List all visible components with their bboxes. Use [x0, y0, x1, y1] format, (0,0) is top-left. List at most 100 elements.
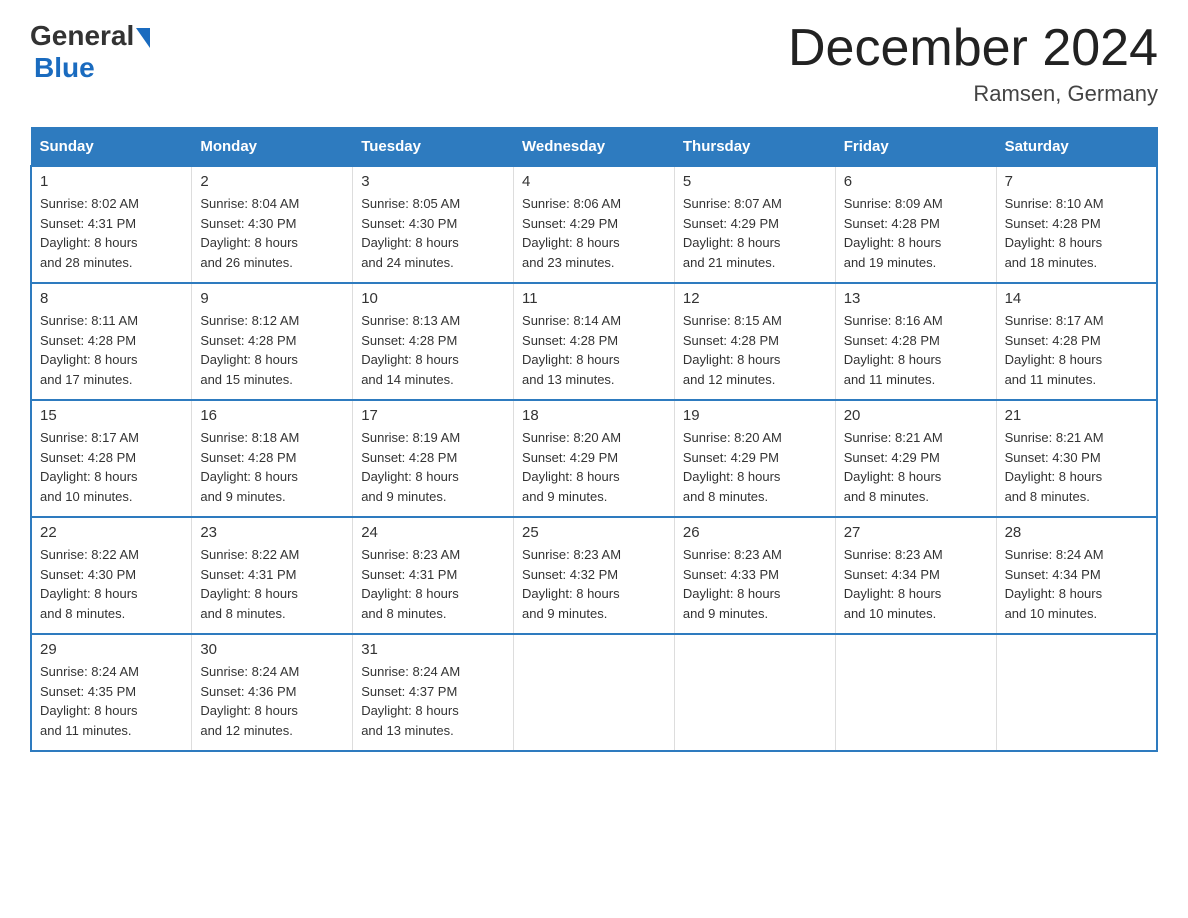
day-number: 5 [683, 173, 827, 190]
day-cell: 3 Sunrise: 8:05 AM Sunset: 4:30 PM Dayli… [353, 166, 514, 283]
day-info: Sunrise: 8:24 AM Sunset: 4:34 PM Dayligh… [1005, 545, 1148, 623]
month-title: December 2024 [788, 20, 1158, 77]
day-number: 16 [200, 407, 344, 424]
location: Ramsen, Germany [788, 81, 1158, 107]
title-block: December 2024 Ramsen, Germany [788, 20, 1158, 107]
day-number: 6 [844, 173, 988, 190]
day-info: Sunrise: 8:02 AM Sunset: 4:31 PM Dayligh… [40, 194, 183, 272]
day-cell: 25 Sunrise: 8:23 AM Sunset: 4:32 PM Dayl… [514, 517, 675, 634]
day-info: Sunrise: 8:21 AM Sunset: 4:29 PM Dayligh… [844, 428, 988, 506]
logo-general: General [30, 20, 134, 52]
day-number: 19 [683, 407, 827, 424]
day-info: Sunrise: 8:20 AM Sunset: 4:29 PM Dayligh… [683, 428, 827, 506]
day-number: 21 [1005, 407, 1148, 424]
day-number: 3 [361, 173, 505, 190]
page-header: General Blue December 2024 Ramsen, Germa… [30, 20, 1158, 107]
day-number: 23 [200, 524, 344, 541]
day-cell: 14 Sunrise: 8:17 AM Sunset: 4:28 PM Dayl… [996, 283, 1157, 400]
day-info: Sunrise: 8:12 AM Sunset: 4:28 PM Dayligh… [200, 311, 344, 389]
day-cell: 22 Sunrise: 8:22 AM Sunset: 4:30 PM Dayl… [31, 517, 192, 634]
day-number: 1 [40, 173, 183, 190]
day-cell [674, 634, 835, 751]
day-cell [835, 634, 996, 751]
day-info: Sunrise: 8:24 AM Sunset: 4:36 PM Dayligh… [200, 662, 344, 740]
calendar-body: 1 Sunrise: 8:02 AM Sunset: 4:31 PM Dayli… [31, 166, 1157, 751]
header-cell-tuesday: Tuesday [353, 128, 514, 167]
day-number: 31 [361, 641, 505, 658]
logo-blue: Blue [34, 52, 95, 83]
day-cell: 31 Sunrise: 8:24 AM Sunset: 4:37 PM Dayl… [353, 634, 514, 751]
day-cell: 19 Sunrise: 8:20 AM Sunset: 4:29 PM Dayl… [674, 400, 835, 517]
day-cell: 21 Sunrise: 8:21 AM Sunset: 4:30 PM Dayl… [996, 400, 1157, 517]
day-number: 20 [844, 407, 988, 424]
header-cell-wednesday: Wednesday [514, 128, 675, 167]
header-cell-saturday: Saturday [996, 128, 1157, 167]
day-info: Sunrise: 8:14 AM Sunset: 4:28 PM Dayligh… [522, 311, 666, 389]
day-cell [514, 634, 675, 751]
logo-arrow-icon [136, 28, 150, 48]
week-row-5: 29 Sunrise: 8:24 AM Sunset: 4:35 PM Dayl… [31, 634, 1157, 751]
day-number: 26 [683, 524, 827, 541]
day-info: Sunrise: 8:10 AM Sunset: 4:28 PM Dayligh… [1005, 194, 1148, 272]
day-number: 30 [200, 641, 344, 658]
day-number: 10 [361, 290, 505, 307]
day-cell: 15 Sunrise: 8:17 AM Sunset: 4:28 PM Dayl… [31, 400, 192, 517]
day-info: Sunrise: 8:18 AM Sunset: 4:28 PM Dayligh… [200, 428, 344, 506]
day-info: Sunrise: 8:04 AM Sunset: 4:30 PM Dayligh… [200, 194, 344, 272]
day-cell: 23 Sunrise: 8:22 AM Sunset: 4:31 PM Dayl… [192, 517, 353, 634]
day-number: 17 [361, 407, 505, 424]
day-number: 29 [40, 641, 183, 658]
week-row-4: 22 Sunrise: 8:22 AM Sunset: 4:30 PM Dayl… [31, 517, 1157, 634]
day-cell: 29 Sunrise: 8:24 AM Sunset: 4:35 PM Dayl… [31, 634, 192, 751]
day-info: Sunrise: 8:15 AM Sunset: 4:28 PM Dayligh… [683, 311, 827, 389]
week-row-1: 1 Sunrise: 8:02 AM Sunset: 4:31 PM Dayli… [31, 166, 1157, 283]
day-cell: 20 Sunrise: 8:21 AM Sunset: 4:29 PM Dayl… [835, 400, 996, 517]
day-number: 12 [683, 290, 827, 307]
day-cell: 6 Sunrise: 8:09 AM Sunset: 4:28 PM Dayli… [835, 166, 996, 283]
header-cell-monday: Monday [192, 128, 353, 167]
day-number: 28 [1005, 524, 1148, 541]
day-info: Sunrise: 8:20 AM Sunset: 4:29 PM Dayligh… [522, 428, 666, 506]
day-cell: 27 Sunrise: 8:23 AM Sunset: 4:34 PM Dayl… [835, 517, 996, 634]
day-cell: 18 Sunrise: 8:20 AM Sunset: 4:29 PM Dayl… [514, 400, 675, 517]
day-cell: 24 Sunrise: 8:23 AM Sunset: 4:31 PM Dayl… [353, 517, 514, 634]
day-info: Sunrise: 8:06 AM Sunset: 4:29 PM Dayligh… [522, 194, 666, 272]
day-number: 11 [522, 290, 666, 307]
week-row-3: 15 Sunrise: 8:17 AM Sunset: 4:28 PM Dayl… [31, 400, 1157, 517]
day-info: Sunrise: 8:21 AM Sunset: 4:30 PM Dayligh… [1005, 428, 1148, 506]
day-cell: 11 Sunrise: 8:14 AM Sunset: 4:28 PM Dayl… [514, 283, 675, 400]
day-number: 24 [361, 524, 505, 541]
day-info: Sunrise: 8:05 AM Sunset: 4:30 PM Dayligh… [361, 194, 505, 272]
day-info: Sunrise: 8:09 AM Sunset: 4:28 PM Dayligh… [844, 194, 988, 272]
day-info: Sunrise: 8:22 AM Sunset: 4:30 PM Dayligh… [40, 545, 183, 623]
day-number: 15 [40, 407, 183, 424]
day-info: Sunrise: 8:17 AM Sunset: 4:28 PM Dayligh… [1005, 311, 1148, 389]
day-cell: 9 Sunrise: 8:12 AM Sunset: 4:28 PM Dayli… [192, 283, 353, 400]
day-cell: 26 Sunrise: 8:23 AM Sunset: 4:33 PM Dayl… [674, 517, 835, 634]
day-cell: 7 Sunrise: 8:10 AM Sunset: 4:28 PM Dayli… [996, 166, 1157, 283]
day-cell: 13 Sunrise: 8:16 AM Sunset: 4:28 PM Dayl… [835, 283, 996, 400]
day-number: 2 [200, 173, 344, 190]
header-cell-thursday: Thursday [674, 128, 835, 167]
day-cell: 30 Sunrise: 8:24 AM Sunset: 4:36 PM Dayl… [192, 634, 353, 751]
header-cell-sunday: Sunday [31, 128, 192, 167]
day-cell [996, 634, 1157, 751]
day-cell: 28 Sunrise: 8:24 AM Sunset: 4:34 PM Dayl… [996, 517, 1157, 634]
day-info: Sunrise: 8:19 AM Sunset: 4:28 PM Dayligh… [361, 428, 505, 506]
day-info: Sunrise: 8:22 AM Sunset: 4:31 PM Dayligh… [200, 545, 344, 623]
day-cell: 12 Sunrise: 8:15 AM Sunset: 4:28 PM Dayl… [674, 283, 835, 400]
day-info: Sunrise: 8:24 AM Sunset: 4:35 PM Dayligh… [40, 662, 183, 740]
day-number: 14 [1005, 290, 1148, 307]
day-number: 25 [522, 524, 666, 541]
day-number: 13 [844, 290, 988, 307]
header-cell-friday: Friday [835, 128, 996, 167]
day-info: Sunrise: 8:11 AM Sunset: 4:28 PM Dayligh… [40, 311, 183, 389]
day-cell: 16 Sunrise: 8:18 AM Sunset: 4:28 PM Dayl… [192, 400, 353, 517]
day-cell: 1 Sunrise: 8:02 AM Sunset: 4:31 PM Dayli… [31, 166, 192, 283]
day-number: 18 [522, 407, 666, 424]
day-cell: 8 Sunrise: 8:11 AM Sunset: 4:28 PM Dayli… [31, 283, 192, 400]
day-info: Sunrise: 8:13 AM Sunset: 4:28 PM Dayligh… [361, 311, 505, 389]
week-row-2: 8 Sunrise: 8:11 AM Sunset: 4:28 PM Dayli… [31, 283, 1157, 400]
day-info: Sunrise: 8:07 AM Sunset: 4:29 PM Dayligh… [683, 194, 827, 272]
day-number: 7 [1005, 173, 1148, 190]
